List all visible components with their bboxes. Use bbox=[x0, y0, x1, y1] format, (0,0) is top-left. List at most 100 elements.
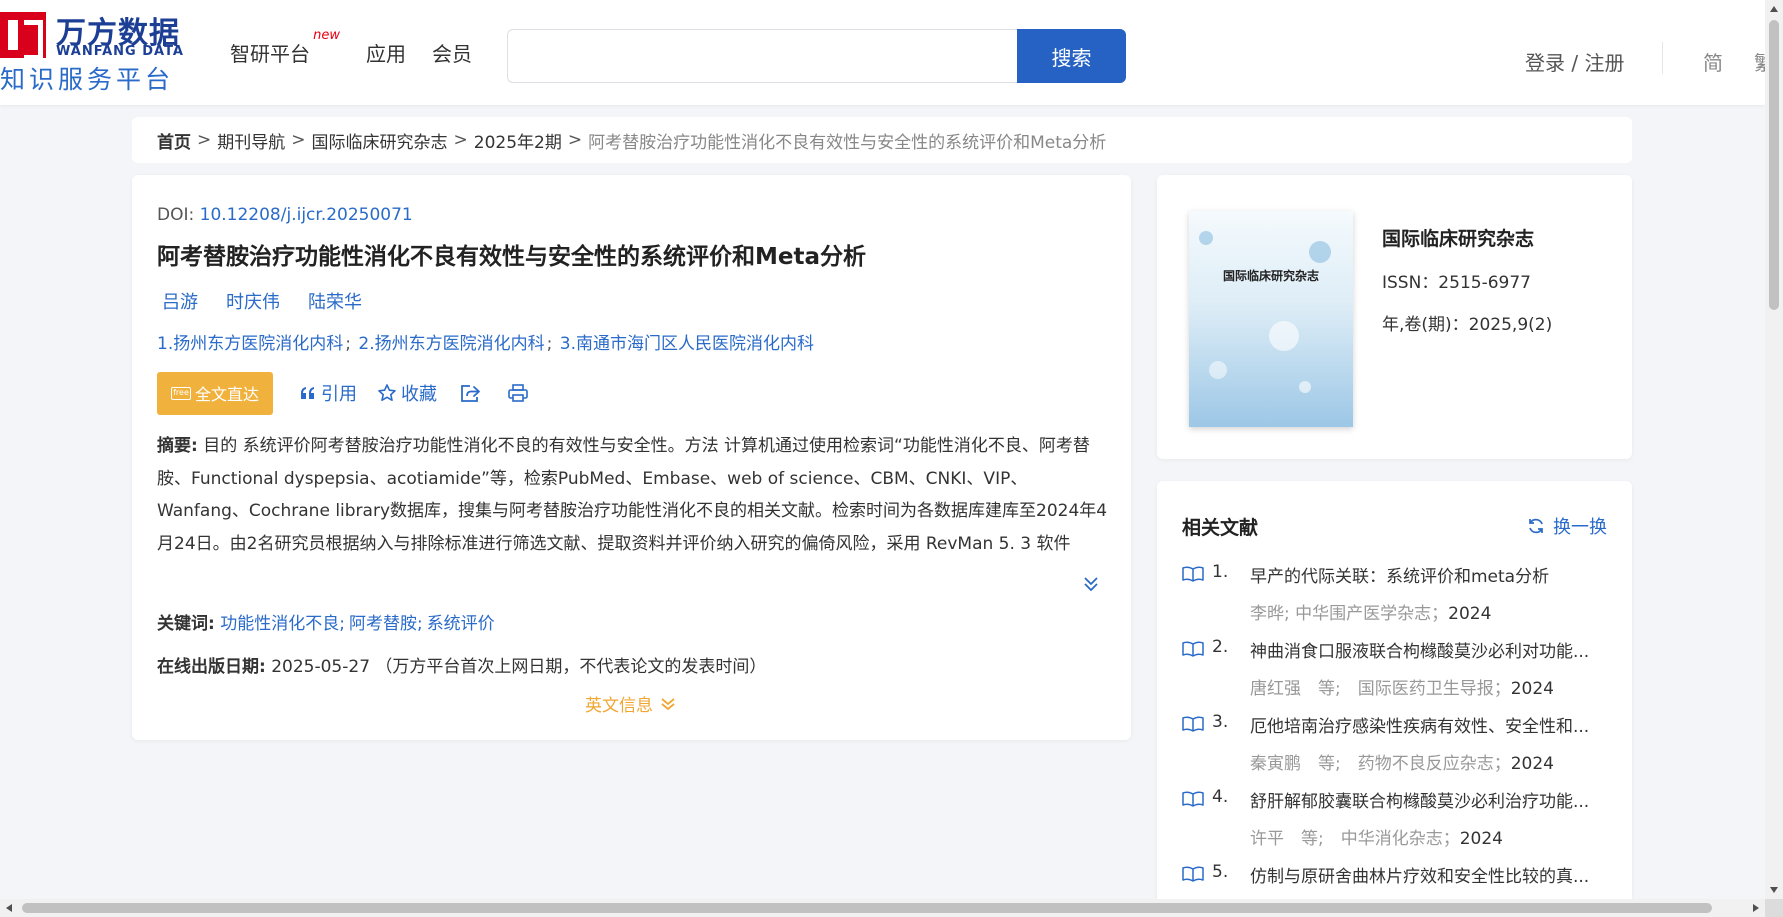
journal-name[interactable]: 国际临床研究杂志 bbox=[1382, 224, 1534, 251]
doi-line: DOI: 10.12208/j.ijcr.20250071 bbox=[157, 205, 413, 225]
item-number: 1. bbox=[1212, 562, 1229, 582]
favorite-label: 收藏 bbox=[401, 384, 437, 405]
share-icon bbox=[461, 385, 480, 402]
breadcrumb-journal-nav[interactable]: 期刊导航 bbox=[217, 128, 285, 153]
vertical-scrollbar[interactable] bbox=[1765, 0, 1783, 899]
affiliation-link[interactable]: 2.扬州东方医院消化内科 bbox=[358, 334, 544, 354]
journal-issn: ISSN：2515-6977 bbox=[1382, 273, 1531, 293]
keyword-link[interactable]: 功能性消化不良 bbox=[220, 614, 339, 634]
affiliation-list: 1.扬州东方医院消化内科; 2.扬州东方医院消化内科; 3.南通市海门区人民医院… bbox=[157, 329, 814, 354]
cover-decoration bbox=[1209, 361, 1227, 379]
online-pubdate-row: 在线出版日期: 2025-05-27 （万方平台首次上网日期，不代表论文的发表时… bbox=[157, 652, 766, 677]
abstract-label: 摘要: bbox=[157, 436, 198, 456]
cover-decoration bbox=[1199, 231, 1213, 245]
search-input[interactable] bbox=[507, 29, 1017, 83]
cover-decoration bbox=[1269, 321, 1299, 351]
lang-simplified-toggle[interactable]: 简 bbox=[1703, 47, 1723, 76]
fulltext-label: 全文直达 bbox=[194, 385, 259, 404]
cite-button[interactable]: 引用 bbox=[299, 380, 357, 406]
list-item[interactable]: 3. 厄他培南治疗感染性疾病有效性、安全性和... 秦寅鹏 等; 药物不良反应杂… bbox=[1182, 712, 1612, 787]
favorite-button[interactable]: 收藏 bbox=[377, 380, 437, 406]
list-item[interactable]: 2. 神曲消食口服液联合枸橼酸莫沙必利对功能... 唐红强 等; 国际医药卫生导… bbox=[1182, 637, 1612, 712]
printer-icon bbox=[508, 384, 528, 402]
star-icon bbox=[378, 384, 396, 401]
scrollbar-corner bbox=[1765, 899, 1783, 917]
logo-english-name: WANFANG DATA bbox=[56, 44, 184, 59]
doi-link[interactable]: 10.12208/j.ijcr.20250071 bbox=[200, 205, 413, 225]
author-link[interactable]: 陆荣华 bbox=[308, 288, 362, 314]
keywords-row: 关键词: 功能性消化不良; 阿考替胺; 系统评价 bbox=[157, 609, 495, 634]
item-authors-source: 许平 等; 中华消化杂志； bbox=[1250, 829, 1460, 849]
search-button[interactable]: 搜索 bbox=[1017, 29, 1126, 83]
doi-label: DOI: bbox=[157, 205, 200, 225]
lang-traditional-toggle[interactable]: 繁 bbox=[1754, 47, 1765, 76]
item-year: 2024 bbox=[1510, 679, 1554, 699]
breadcrumb-separator: > bbox=[567, 130, 583, 150]
english-info-toggle[interactable]: 英文信息 bbox=[585, 691, 677, 716]
abstract: 摘要: 目的 系统评价阿考替胺治疗功能性消化不良的有效性与安全性。方法 计算机通… bbox=[157, 430, 1112, 560]
share-button[interactable] bbox=[459, 383, 485, 403]
print-button[interactable] bbox=[507, 383, 533, 403]
author-link[interactable]: 吕游 bbox=[162, 288, 198, 314]
affiliation-link[interactable]: 3.南通市海门区人民医院消化内科 bbox=[560, 334, 814, 354]
keyword-separator: ; bbox=[339, 614, 345, 634]
nav-item-membership[interactable]: 会员 bbox=[432, 38, 472, 67]
refresh-button[interactable]: 换一换 bbox=[1527, 513, 1607, 539]
item-number: 2. bbox=[1212, 637, 1229, 657]
item-title[interactable]: 舒肝解郁胶囊联合枸橼酸莫沙必利治疗功能... bbox=[1250, 787, 1605, 812]
item-authors-source: 唐红强 等; 国际医药卫生导报； bbox=[1250, 679, 1511, 699]
refresh-label: 换一换 bbox=[1553, 517, 1607, 538]
book-icon bbox=[1182, 641, 1204, 657]
english-info-label: 英文信息 bbox=[585, 696, 653, 716]
logo-mark-icon bbox=[0, 12, 46, 60]
affiliation-separator: ; bbox=[546, 334, 553, 354]
scroll-down-arrow-icon[interactable] bbox=[1770, 887, 1778, 893]
scroll-up-arrow-icon[interactable] bbox=[1770, 6, 1778, 12]
list-item[interactable]: 4. 舒肝解郁胶囊联合枸橼酸莫沙必利治疗功能... 许平 等; 中华消化杂志；2… bbox=[1182, 787, 1612, 862]
top-header: 万方数据 WANFANG DATA 知识服务平台 智研平台 new 应用 会员 … bbox=[0, 0, 1765, 105]
breadcrumb-issue[interactable]: 2025年2期 bbox=[474, 128, 562, 153]
book-icon bbox=[1182, 791, 1204, 807]
item-title[interactable]: 厄他培南治疗感染性疾病有效性、安全性和... bbox=[1250, 712, 1605, 737]
cover-decoration bbox=[1299, 381, 1311, 393]
item-title[interactable]: 早产的代际关联：系统评价和meta分析 bbox=[1250, 562, 1605, 587]
item-year: 2024 bbox=[1510, 754, 1554, 774]
author-link[interactable]: 时庆伟 bbox=[226, 288, 280, 314]
keyword-link[interactable]: 系统评价 bbox=[427, 614, 495, 634]
pubdate-label: 在线出版日期: bbox=[157, 657, 266, 677]
related-list: 1. 早产的代际关联：系统评价和meta分析 李晔; 中华围产医学杂志；2024… bbox=[1182, 562, 1612, 901]
scroll-left-arrow-icon[interactable] bbox=[6, 904, 12, 912]
cover-decoration bbox=[1309, 241, 1331, 263]
item-title[interactable]: 神曲消食口服液联合枸橼酸莫沙必利对功能... bbox=[1250, 637, 1605, 662]
fulltext-button[interactable]: free 全文直达 bbox=[157, 371, 273, 415]
breadcrumb-journal[interactable]: 国际临床研究杂志 bbox=[312, 128, 448, 153]
horizontal-scrollbar[interactable] bbox=[0, 899, 1765, 917]
book-icon bbox=[1182, 716, 1204, 732]
journal-cover[interactable]: 国际临床研究杂志 bbox=[1189, 211, 1353, 427]
article-actions: free 全文直达 引用 收藏 bbox=[157, 371, 533, 415]
double-chevron-down-icon bbox=[661, 697, 675, 710]
expand-abstract-icon[interactable] bbox=[1080, 573, 1102, 595]
nav-item-apps[interactable]: 应用 bbox=[366, 38, 406, 67]
affiliation-link[interactable]: 1.扬州东方医院消化内科 bbox=[157, 334, 343, 354]
keyword-separator: ; bbox=[416, 614, 423, 634]
item-meta: 唐红强 等; 国际医药卫生导报；2024 bbox=[1250, 674, 1554, 699]
list-item[interactable]: 1. 早产的代际关联：系统评价和meta分析 李晔; 中华围产医学杂志；2024 bbox=[1182, 562, 1612, 637]
item-number: 4. bbox=[1212, 787, 1229, 807]
list-item[interactable]: 5. 仿制与原研舍曲林片疗效和安全性比较的真... bbox=[1182, 862, 1612, 901]
item-title[interactable]: 仿制与原研舍曲林片疗效和安全性比较的真... bbox=[1250, 862, 1605, 887]
cover-title: 国际临床研究杂志 bbox=[1222, 269, 1319, 283]
vertical-scroll-thumb[interactable] bbox=[1769, 20, 1779, 310]
nav-item-zhiyan[interactable]: 智研平台 new bbox=[230, 28, 340, 67]
new-badge: new bbox=[313, 28, 340, 43]
item-meta: 秦寅鹏 等; 药物不良反应杂志；2024 bbox=[1250, 749, 1554, 774]
breadcrumb-home[interactable]: 首页 bbox=[157, 128, 191, 153]
breadcrumb-separator: > bbox=[291, 130, 306, 150]
scroll-right-arrow-icon[interactable] bbox=[1753, 904, 1759, 912]
horizontal-scroll-thumb[interactable] bbox=[22, 903, 1712, 913]
login-register-link[interactable]: 登录 / 注册 bbox=[1525, 47, 1624, 76]
journal-info-card: 国际临床研究杂志 国际临床研究杂志 ISSN：2515-6977 年,卷(期)：… bbox=[1157, 175, 1632, 459]
wanfang-logo[interactable]: 万方数据 WANFANG DATA 知识服务平台 bbox=[0, 8, 190, 94]
keyword-link[interactable]: 阿考替胺 bbox=[349, 614, 417, 634]
item-number: 3. bbox=[1212, 712, 1229, 732]
